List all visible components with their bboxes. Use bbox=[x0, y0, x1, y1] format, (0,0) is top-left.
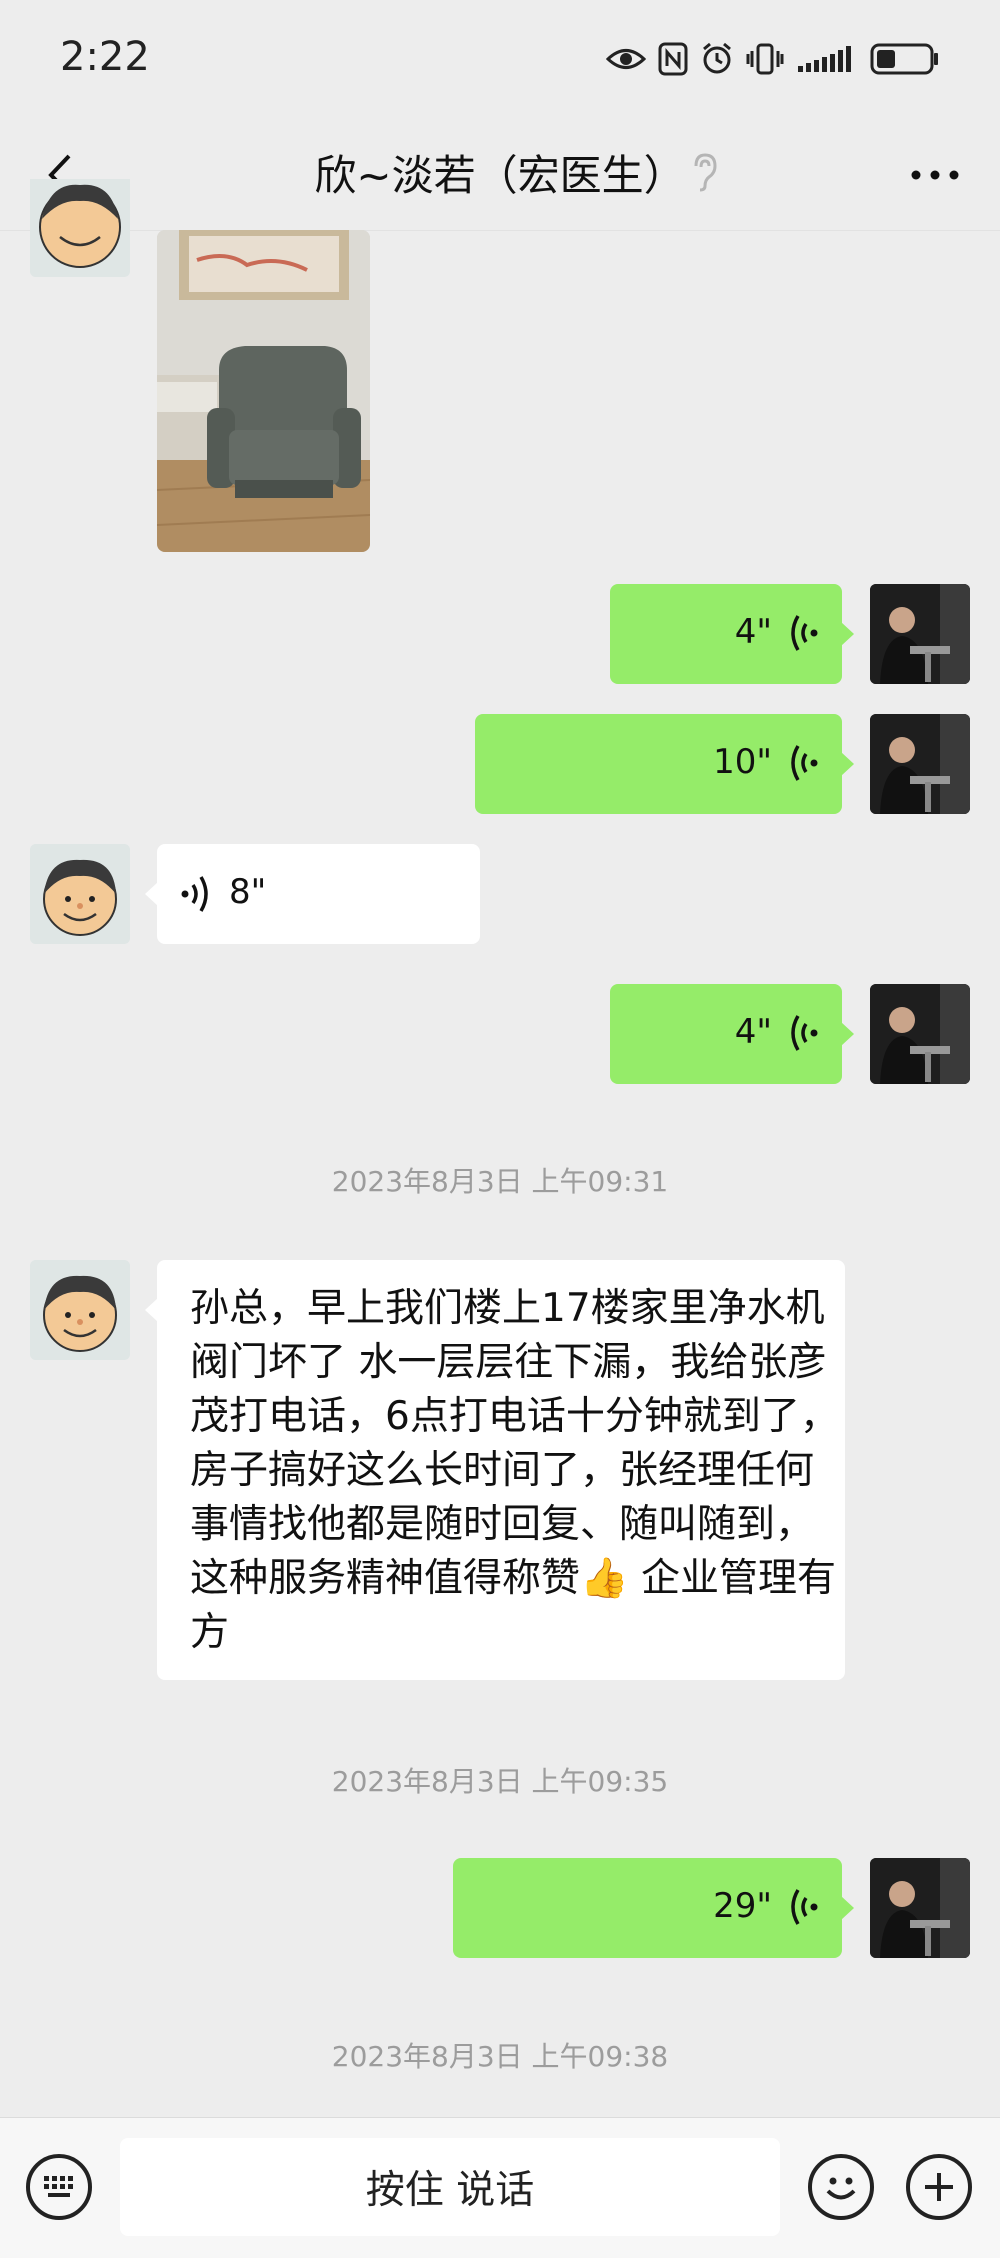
status-bar: 2:22 bbox=[0, 0, 1000, 120]
voice-message-outgoing[interactable]: 4" bbox=[610, 984, 854, 1084]
voice-duration: 10" bbox=[713, 742, 772, 782]
smiley-icon bbox=[826, 2177, 856, 2200]
alarm-icon bbox=[703, 42, 731, 74]
voice-message-outgoing[interactable]: 29" bbox=[453, 1858, 854, 1958]
message-timestamp: 2023年8月3日 上午09:35 bbox=[331, 1765, 669, 1798]
keyboard-toggle-button[interactable] bbox=[26, 2154, 92, 2220]
voice-wave-icon bbox=[791, 745, 818, 781]
voice-duration: 4" bbox=[734, 1012, 772, 1052]
voice-wave-icon bbox=[791, 1015, 818, 1051]
plus-icon bbox=[925, 2173, 953, 2201]
voice-wave-icon bbox=[181, 876, 208, 912]
status-icons bbox=[606, 42, 940, 76]
vibrate-icon bbox=[746, 43, 784, 75]
more-button[interactable] bbox=[900, 145, 970, 205]
image-message[interactable] bbox=[157, 230, 370, 552]
more-dots-icon bbox=[911, 170, 959, 180]
message-text: 孙总，早上我们楼上17楼家里净水机阀门坏了 水一层层往下漏，我给张彦茂打电话，6… bbox=[190, 1286, 839, 1655]
message-timestamp: 2023年8月3日 上午09:31 bbox=[331, 1165, 669, 1198]
voice-wave-icon bbox=[791, 1889, 818, 1925]
nfc-icon bbox=[658, 42, 688, 76]
voice-duration: 29" bbox=[713, 1886, 772, 1926]
keyboard-icon bbox=[44, 2176, 73, 2197]
voice-duration: 8" bbox=[229, 872, 267, 912]
input-bar: 按住 说话 bbox=[0, 2117, 1000, 2258]
voice-message-outgoing[interactable]: 10" bbox=[475, 714, 854, 814]
status-time: 2:22 bbox=[60, 34, 150, 80]
voice-message-outgoing[interactable]: 4" bbox=[610, 584, 854, 684]
my-avatar[interactable] bbox=[870, 714, 970, 814]
voice-wave-icon bbox=[791, 615, 818, 651]
contact-avatar[interactable] bbox=[30, 1260, 130, 1360]
my-avatar[interactable] bbox=[870, 1858, 970, 1958]
voice-duration: 4" bbox=[734, 612, 772, 652]
earpiece-mode-icon bbox=[690, 152, 718, 196]
hold-to-talk-button[interactable]: 按住 说话 bbox=[120, 2138, 780, 2236]
chat-title: 欣~淡若（宏医生） bbox=[314, 151, 686, 200]
my-avatar[interactable] bbox=[870, 584, 970, 684]
voice-message-incoming[interactable]: 8" bbox=[145, 844, 480, 944]
contact-avatar[interactable] bbox=[30, 844, 130, 944]
emoji-button[interactable] bbox=[808, 2154, 874, 2220]
more-functions-button[interactable] bbox=[906, 2154, 972, 2220]
signal-icon bbox=[798, 46, 851, 72]
armchair-photo bbox=[157, 230, 370, 552]
eye-icon bbox=[606, 49, 646, 69]
battery-icon bbox=[870, 43, 938, 75]
message-timestamp: 2023年8月3日 上午09:38 bbox=[331, 2040, 669, 2073]
chat-header: 欣~淡若（宏医生） bbox=[0, 120, 1000, 231]
my-avatar[interactable] bbox=[870, 984, 970, 1084]
